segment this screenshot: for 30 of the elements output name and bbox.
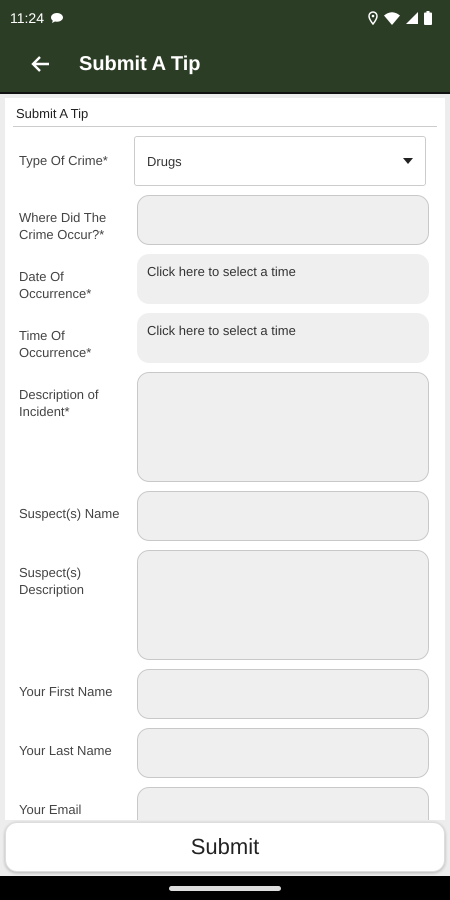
chat-icon	[50, 12, 64, 24]
field-label: Time Of Occurrence*	[18, 327, 92, 362]
field-label: Suspect(s) Description	[18, 564, 86, 599]
input-field[interactable]	[137, 728, 429, 778]
time-picker-field[interactable]: Click here to select a time	[137, 313, 429, 363]
dropdown-caret-icon	[403, 158, 413, 164]
form-title: Submit A Tip	[13, 98, 437, 127]
field-label: Suspect(s) Name	[18, 505, 120, 523]
field-label: Your First Name	[18, 683, 114, 701]
wifi-icon	[384, 12, 400, 24]
location-icon	[368, 11, 378, 25]
battery-icon	[424, 11, 432, 25]
input-field[interactable]	[137, 669, 429, 719]
text-area[interactable]	[137, 550, 429, 660]
app-bar-title: Submit A Tip	[79, 52, 200, 76]
input-field[interactable]	[137, 491, 429, 541]
status-time: 11:24	[10, 10, 44, 26]
field-label: Description of Incident*	[18, 386, 100, 421]
submit-button[interactable]: Submit	[5, 822, 445, 872]
home-handle[interactable]	[169, 886, 281, 890]
time-picker-field[interactable]: Click here to select a time	[137, 254, 429, 304]
field-label: Type Of Crime*	[18, 152, 109, 170]
field-label: Date Of Occurrence*	[18, 268, 92, 303]
signal-icon	[406, 12, 418, 24]
text-area[interactable]	[137, 372, 429, 482]
field-label: Your Email	[18, 801, 82, 819]
crime-type-dropdown[interactable]: Drugs	[134, 136, 426, 186]
input-field[interactable]	[137, 195, 429, 245]
field-label: Where Did The Crime Occur?*	[18, 209, 108, 244]
field-label: Your Last Name	[18, 742, 113, 760]
